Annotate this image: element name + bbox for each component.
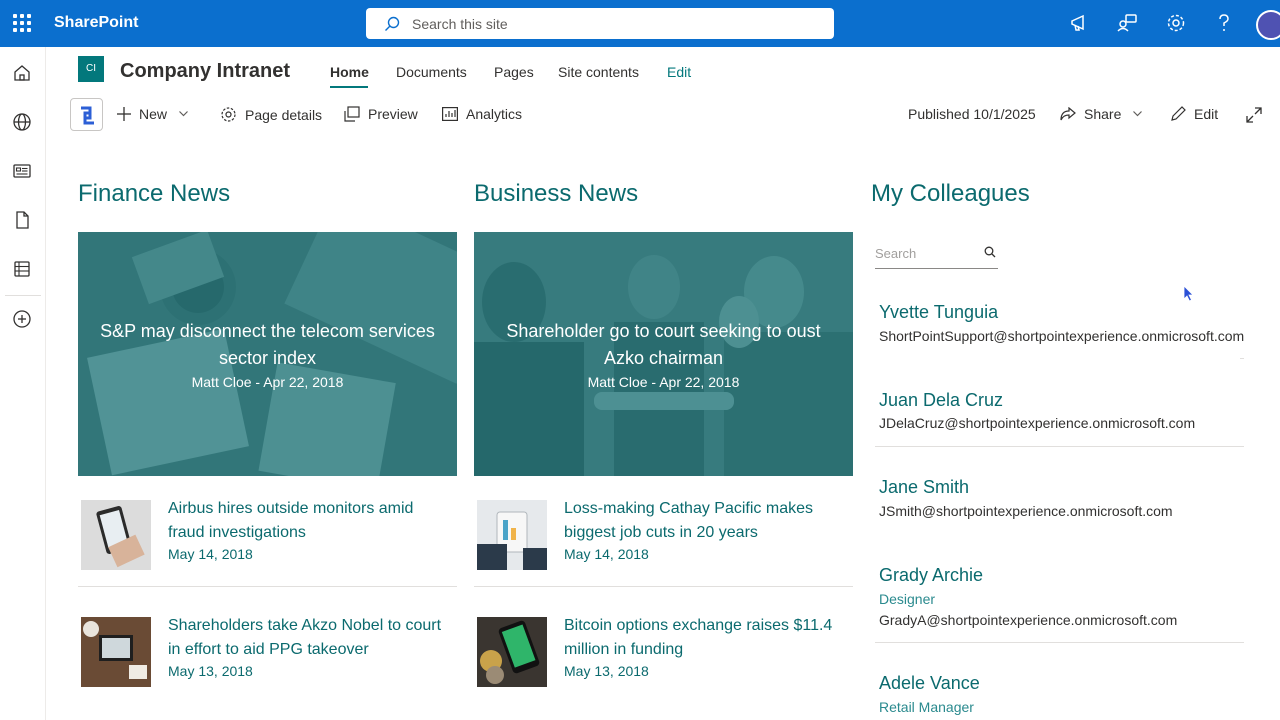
business-news-item[interactable]: Loss-making Cathay Pacific makes biggest… [474, 496, 853, 587]
site-search-box[interactable]: Search this site [366, 8, 834, 39]
colleague-email[interactable]: JSmith@shortpointexperience.onmicrosoft.… [879, 503, 1173, 519]
news-date: May 14, 2018 [564, 546, 649, 562]
colleague-name[interactable]: Yvette Tunguia [879, 302, 998, 323]
colleague-email[interactable]: ShortPointSupport@shortpointexperience.o… [879, 328, 1244, 344]
nav-pages[interactable]: Pages [494, 64, 534, 80]
news-icon[interactable] [12, 161, 32, 181]
colleague-role: Designer [879, 591, 936, 607]
preview-icon [344, 106, 360, 122]
colleague-role: Retail Manager [879, 699, 974, 715]
app-launcher-icon[interactable] [12, 13, 32, 33]
colleague-name[interactable]: Juan Dela Cruz [879, 390, 1003, 411]
suite-header: SharePoint Search this site [0, 0, 1280, 47]
rail-divider [5, 295, 41, 296]
analytics-label: Analytics [466, 106, 523, 122]
page-details-label: Page details [245, 106, 323, 123]
nav-edit-link[interactable]: Edit [667, 64, 691, 80]
home-icon[interactable] [12, 63, 32, 83]
finance-news-item[interactable]: Airbus hires outside monitors amid fraud… [78, 496, 457, 587]
share-label: Share [1084, 106, 1122, 122]
colleague-name[interactable]: Grady Archie [879, 565, 983, 586]
news-divider [474, 586, 853, 587]
globe-icon[interactable] [12, 112, 32, 132]
app-name[interactable]: SharePoint [54, 14, 138, 32]
news-date: May 13, 2018 [564, 663, 649, 679]
nav-site-contents[interactable]: Site contents [558, 64, 639, 80]
app-rail [0, 47, 46, 720]
analytics-button[interactable]: Analytics [442, 106, 522, 122]
create-plus-icon[interactable] [12, 309, 32, 329]
finance-hero-meta: Matt Cloe - Apr 22, 2018 [191, 374, 344, 390]
preview-label: Preview [368, 106, 418, 122]
published-label: Published 10/1/2025 [908, 106, 1036, 122]
page-details-button[interactable]: Page details [220, 106, 322, 123]
news-thumbnail [81, 617, 151, 687]
new-label: New [139, 106, 168, 122]
news-title: Airbus hires outside monitors amid fraud… [168, 500, 414, 541]
search-placeholder: Search this site [412, 15, 508, 32]
gear-icon [221, 107, 236, 122]
chat-people-icon[interactable] [1117, 12, 1139, 34]
business-hero-title: Shareholder go to court seeking to oust … [506, 321, 821, 368]
news-thumbnail [81, 500, 151, 570]
finance-news-item[interactable]: Shareholders take Akzo Nobel to court in… [78, 613, 457, 693]
plus-icon [117, 107, 131, 121]
help-icon[interactable] [1213, 12, 1235, 34]
chevron-down-icon [1133, 111, 1143, 117]
colleague-name[interactable]: Adele Vance [879, 673, 980, 694]
nav-home[interactable]: Home [330, 64, 369, 80]
news-divider [78, 586, 457, 587]
search-icon [984, 246, 996, 258]
news-date: May 14, 2018 [168, 546, 253, 562]
nav-documents[interactable]: Documents [396, 64, 467, 80]
colleague-divider [875, 642, 1244, 643]
colleagues-title: My Colleagues [871, 180, 1030, 207]
analytics-icon [442, 107, 458, 121]
expand-icon[interactable] [1246, 107, 1262, 123]
news-title: Bitcoin options exchange raises $11.4 mi… [564, 617, 833, 658]
document-icon[interactable] [12, 210, 32, 230]
user-avatar[interactable] [1256, 10, 1280, 40]
shortpoint-button[interactable] [70, 98, 103, 131]
colleague-divider [875, 446, 1244, 447]
published-status: Published 10/1/2025 [908, 106, 1036, 122]
nav-active-indicator [330, 86, 368, 88]
settings-gear-icon[interactable] [1165, 12, 1187, 34]
site-title[interactable]: Company Intranet [120, 60, 290, 83]
edit-page-button[interactable]: Edit [1170, 106, 1218, 122]
edit-label: Edit [1194, 106, 1219, 122]
new-button[interactable]: New [117, 106, 196, 122]
megaphone-icon[interactable] [1069, 12, 1091, 34]
colleague-name[interactable]: Jane Smith [879, 477, 969, 498]
share-button[interactable]: Share [1060, 106, 1150, 122]
news-date: May 13, 2018 [168, 663, 253, 679]
colleagues-search-input[interactable]: Search [875, 240, 998, 269]
business-news-title: Business News [474, 180, 639, 207]
finance-hero-title: S&P may disconnect the telecom services … [100, 321, 435, 368]
colleagues-search-placeholder: Search [875, 246, 917, 261]
colleague-divider [1240, 358, 1244, 359]
business-hero-meta: Matt Cloe - Apr 22, 2018 [587, 374, 740, 390]
business-hero-card[interactable]: Shareholder go to court seeking to oust … [474, 232, 853, 476]
share-icon [1060, 107, 1076, 121]
finance-hero-card[interactable]: S&P may disconnect the telecom services … [78, 232, 457, 476]
news-title: Shareholders take Akzo Nobel to court in… [168, 617, 442, 658]
news-title: Loss-making Cathay Pacific makes biggest… [564, 500, 813, 541]
business-news-item[interactable]: Bitcoin options exchange raises $11.4 mi… [474, 613, 853, 693]
search-icon [385, 16, 400, 31]
list-icon[interactable] [12, 259, 32, 279]
preview-button[interactable]: Preview [344, 106, 418, 122]
news-thumbnail [477, 617, 547, 687]
finance-news-title: Finance News [78, 180, 231, 207]
shortpoint-logo-icon [81, 106, 94, 125]
mouse-cursor-icon [1183, 285, 1194, 302]
chevron-down-icon [179, 111, 188, 117]
colleague-email[interactable]: JDelaCruz@shortpointexperience.onmicroso… [879, 415, 1195, 431]
pencil-icon [1171, 106, 1186, 121]
news-thumbnail [477, 500, 547, 570]
site-logo[interactable]: CI [78, 56, 104, 82]
colleague-email[interactable]: GradyA@shortpointexperience.onmicrosoft.… [879, 612, 1177, 628]
